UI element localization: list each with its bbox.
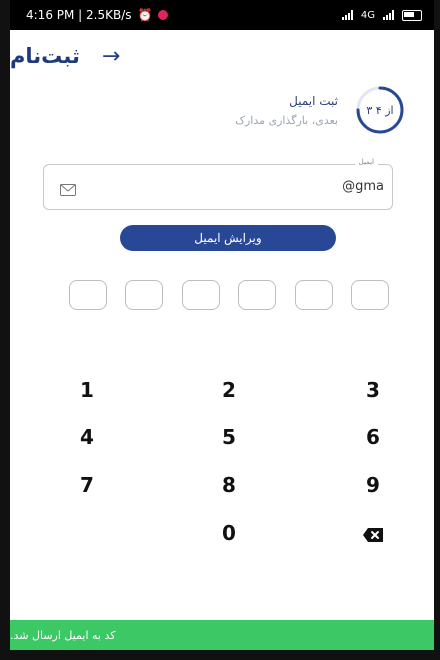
key-1[interactable]: 1 (67, 378, 107, 402)
otp-digit-box[interactable] (238, 280, 277, 310)
step-next-label: بعدی، بارگذاری مدارک (235, 113, 338, 127)
status-bar: 4:16 PM | 2.5KB/s ⏰ 4G (10, 0, 434, 30)
notification-dot-icon (158, 10, 169, 20)
header: → ثبت‌نام (10, 30, 434, 82)
numeric-keypad: 1 2 3 4 5 6 7 8 9 0 (10, 370, 434, 560)
otp-digit-box[interactable] (125, 280, 164, 310)
step-current-title: ثبت ایمیل (289, 93, 338, 108)
battery-icon (402, 9, 422, 21)
email-label: ایمیل (354, 158, 378, 166)
arrow-right-icon[interactable]: → (102, 44, 120, 69)
mail-icon (60, 181, 76, 200)
device-bezel-left (0, 0, 10, 660)
backspace-icon[interactable] (362, 527, 384, 547)
otp-digit-box[interactable] (350, 280, 389, 310)
key-4[interactable]: 4 (67, 425, 107, 449)
key-7[interactable]: 7 (67, 473, 107, 497)
key-8[interactable]: 8 (209, 473, 249, 497)
otp-digit-box[interactable] (181, 280, 220, 310)
key-6[interactable]: 6 (353, 425, 393, 449)
key-0[interactable]: 0 (209, 521, 249, 545)
otp-digit-box[interactable] (294, 280, 333, 310)
edit-email-button[interactable]: ویرایش ایمیل (120, 225, 336, 251)
toast-message: کد به ایمیل ارسال شد. (10, 628, 116, 642)
step-progress-ring: ۳ از ۴ (354, 84, 406, 136)
status-time-speed: 4:16 PM | 2.5KB/s (26, 8, 132, 22)
signal-icon-2 (383, 10, 394, 20)
key-3[interactable]: 3 (353, 378, 393, 402)
otp-input-row (69, 280, 389, 310)
signal-icon (341, 10, 353, 20)
step-indicator: ثبت ایمیل بعدی، بارگذاری مدارک ۳ از ۴ (10, 82, 434, 138)
otp-digit-box[interactable] (69, 280, 107, 310)
email-value[interactable]: @gma (304, 179, 384, 194)
device-bezel-right (434, 0, 440, 660)
app-screen: 4:16 PM | 2.5KB/s ⏰ 4G → ثبت‌نام ثبت ایم… (0, 0, 440, 660)
network-type: 4G (360, 9, 375, 21)
key-9[interactable]: 9 (353, 473, 393, 497)
key-5[interactable]: 5 (209, 425, 249, 449)
status-left: 4:16 PM | 2.5KB/s ⏰ (26, 8, 169, 22)
page-title: ثبت‌نام (10, 44, 80, 68)
key-2[interactable]: 2 (209, 378, 249, 402)
step-progress-label: ۳ از ۴ (366, 103, 394, 117)
status-right: 4G (341, 9, 422, 21)
email-field[interactable]: ایمیل @gma (43, 158, 393, 210)
device-bezel-bottom (0, 650, 440, 660)
alarm-icon: ⏰ (137, 8, 153, 22)
success-toast: کد به ایمیل ارسال شد. (10, 620, 434, 650)
step-text: ثبت ایمیل بعدی، بارگذاری مدارک (235, 94, 338, 127)
